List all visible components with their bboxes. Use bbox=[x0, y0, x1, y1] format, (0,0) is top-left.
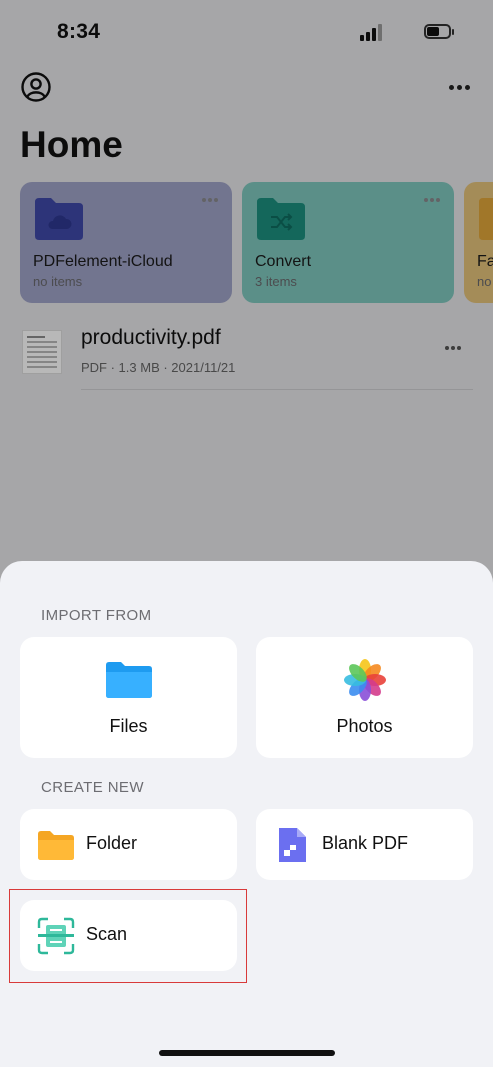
home-indicator bbox=[159, 1050, 335, 1056]
add-sheet: IMPORT FROM Files Photos CREATE NEW Fold… bbox=[0, 561, 493, 1067]
create-blank-pdf-label: Blank PDF bbox=[322, 833, 409, 853]
create-folder-button[interactable]: Folder bbox=[20, 809, 237, 880]
folder-icon bbox=[38, 831, 74, 860]
import-photos-label: Photos bbox=[336, 716, 393, 736]
photos-icon bbox=[343, 659, 386, 701]
files-folder-icon bbox=[105, 662, 152, 698]
create-blank-pdf-button[interactable]: Blank PDF bbox=[256, 809, 473, 880]
home-screen: 8:34 Home PDFelement-iCloud no items Con… bbox=[0, 0, 493, 1067]
import-photos-button[interactable]: Photos bbox=[256, 637, 473, 758]
import-files-button[interactable]: Files bbox=[20, 637, 237, 758]
highlight-box bbox=[9, 889, 247, 983]
create-section-title: CREATE NEW bbox=[41, 779, 144, 796]
import-files-label: Files bbox=[109, 716, 148, 736]
create-folder-label: Folder bbox=[86, 833, 138, 853]
import-section-title: IMPORT FROM bbox=[41, 607, 152, 624]
blank-pdf-icon bbox=[279, 828, 306, 862]
